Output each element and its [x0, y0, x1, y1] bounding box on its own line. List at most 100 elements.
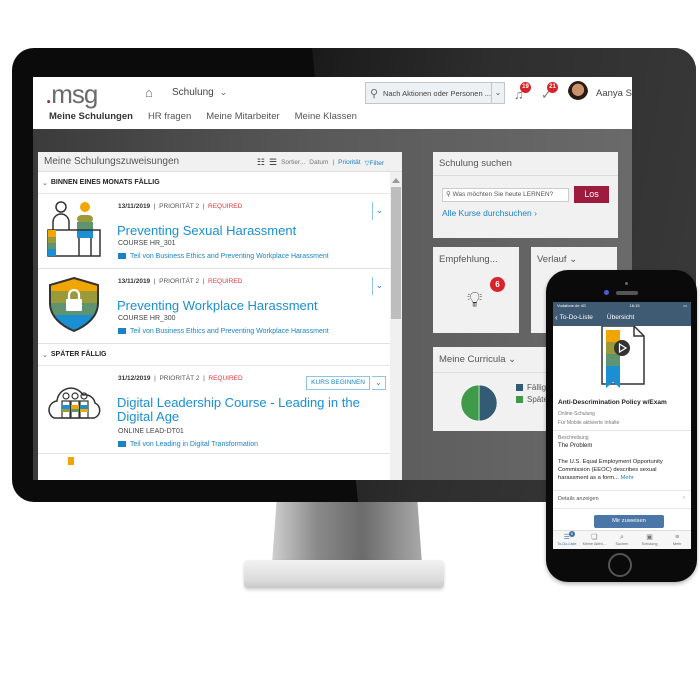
carrier: Vodafone.de 4G: [557, 303, 586, 308]
main-tabs: Meine Schulungen HR fragen Meine Mitarbe…: [49, 111, 357, 122]
phone-tab-activities[interactable]: ❏ Meine Aktivi...: [581, 531, 609, 549]
smartphone: Vodafone.de 4G 16:15 ▭ ‹ To-Do-Liste Übe…: [546, 270, 697, 582]
pie-slice-fällig[interactable]: [478, 384, 498, 422]
desktop-screen: .msg ⌂ Schulung ⌄ ⚲ Nach Aktionen oder Pe…: [33, 77, 632, 480]
search-icon: ⚲: [370, 87, 379, 100]
divider: [553, 508, 691, 509]
folder-icon: [118, 253, 126, 259]
expand-button[interactable]: ⌄: [372, 277, 386, 295]
chevron-right-icon: ›: [683, 495, 685, 501]
phone-tab-more[interactable]: ≡ Mehr: [663, 531, 691, 549]
divider: [553, 430, 691, 431]
book-icon: ▣: [646, 534, 653, 541]
list-item[interactable]: 31/12/2019 | PRIORITÄT 2 | REQUIRED Digi…: [38, 366, 390, 454]
home-icon[interactable]: ⌂: [145, 86, 159, 99]
item-icon-partial: [68, 457, 74, 465]
course-title-link[interactable]: Preventing Workplace Harassment: [117, 299, 385, 313]
curriculum-link[interactable]: Teil von Business Ethics and Preventing …: [118, 328, 329, 335]
course-title-link[interactable]: Preventing Sexual Harassment: [117, 224, 385, 238]
back-chevron-icon[interactable]: ‹: [555, 313, 558, 322]
phone-tab-training[interactable]: ▣ Schulung: [636, 531, 664, 549]
tab-meine-mitarbeiter[interactable]: Meine Mitarbeiter: [206, 111, 279, 122]
learn-search-input[interactable]: ⚲ Was möchten Sie heute LERNEN?: [442, 188, 569, 202]
section-header[interactable]: ⌄ SPÄTER FÄLLIG: [38, 344, 390, 366]
nav-menu-dropdown[interactable]: Schulung ⌄: [172, 87, 227, 98]
list-scrollbar[interactable]: [390, 172, 402, 480]
sensor: [625, 282, 628, 285]
search-scope-dropdown[interactable]: ⌄: [490, 83, 504, 103]
mobile-note: Für Mobile aktivierte Inhalte: [558, 420, 620, 426]
sort-separator: |: [332, 159, 335, 166]
tasks-button[interactable]: ✓ 21: [541, 82, 558, 103]
start-course-button[interactable]: KURS BEGINNEN: [306, 376, 370, 390]
status-bar: Vodafone.de 4G 16:15 ▭: [553, 302, 691, 309]
show-details-link[interactable]: Details anzeigen: [558, 496, 599, 502]
curriculum-link[interactable]: Teil von Leading in Digital Transformati…: [118, 441, 258, 448]
global-search[interactable]: ⚲ Nach Aktionen oder Personen ... ⌄: [365, 82, 505, 104]
tab-meine-klassen[interactable]: Meine Klassen: [295, 111, 357, 122]
required-badge: REQUIRED: [208, 278, 243, 285]
phone-tab-search[interactable]: ⌕ Suchen: [608, 531, 636, 549]
sort-priority[interactable]: Priorität: [338, 159, 360, 166]
scrollbar-thumb[interactable]: [391, 187, 401, 319]
todo-list-icon: ☰: [563, 534, 570, 541]
monitor-stand: [272, 502, 422, 564]
curricula-pie-chart[interactable]: [460, 384, 498, 422]
item-meta: 13/11/2019 | PRIORITÄT 2 | REQUIRED: [118, 203, 243, 210]
todo-badge: 6: [569, 531, 575, 537]
tab-meine-schulungen[interactable]: Meine Schulungen: [49, 111, 133, 122]
card-title: Empfehlung...: [439, 254, 498, 265]
required-badge: REQUIRED: [208, 375, 243, 382]
earpiece: [616, 291, 638, 295]
monitor-base: [244, 560, 444, 588]
list-view-icon[interactable]: ☷: [257, 157, 265, 168]
chevron-down-icon: ⌄: [569, 254, 578, 265]
description-title: The Problem: [558, 443, 593, 449]
sort-date[interactable]: Datum: [309, 159, 328, 166]
user-name[interactable]: Aanya Singh (sfa: [596, 88, 632, 99]
msg-logo[interactable]: .msg: [45, 79, 98, 110]
assignments-list: ⌄ BINNEN EINES MONATS FÄLLIG 13/11/2019 …: [38, 172, 390, 480]
section-header[interactable]: ⌄ BINNEN EINES MONATS FÄLLIG: [38, 172, 390, 194]
document-video-icon: [601, 326, 645, 388]
filter-button[interactable]: ▽Filter: [365, 159, 384, 167]
browse-all-courses-link[interactable]: Alle Kurse durchsuchen ›: [442, 208, 537, 218]
assignments-title: Meine Schulungszuweisungen: [44, 156, 180, 167]
search-input[interactable]: Nach Aktionen oder Personen ...: [383, 89, 491, 98]
chevron-down-icon: ⌄: [219, 87, 228, 97]
start-course-menu[interactable]: ⌄: [372, 376, 386, 390]
recommendations-card[interactable]: Empfehlung... 💡︎ 6: [433, 247, 519, 333]
curriculum-link[interactable]: Teil von Business Ethics and Preventing …: [118, 253, 329, 260]
legend-swatch: [516, 384, 523, 391]
phone-tab-todo[interactable]: ☰ 6 To-Do-Liste: [553, 531, 581, 549]
tab-hr-fragen[interactable]: HR fragen: [148, 111, 191, 122]
pie-slice-später[interactable]: [460, 384, 480, 422]
scroll-up-icon[interactable]: [392, 178, 400, 183]
divider: [553, 490, 691, 491]
menu-icon: ≡: [675, 534, 680, 541]
app-header: .msg ⌂ Schulung ⌄ ⚲ Nach Aktionen oder Pe…: [33, 77, 632, 129]
cloud-people-icon: [48, 387, 101, 419]
search-icon: ⌕: [620, 534, 624, 541]
phone-screen: Vodafone.de 4G 16:15 ▭ ‹ To-Do-Liste Übe…: [553, 302, 691, 549]
course-title-link[interactable]: Digital Leadership Course - Leading in t…: [117, 396, 385, 424]
phone-home-button[interactable]: [608, 553, 632, 577]
go-button[interactable]: Los: [574, 186, 609, 203]
recommendations-badge: 6: [490, 277, 505, 292]
notifications-button[interactable]: ♫ 19: [514, 82, 531, 102]
assign-to-me-button[interactable]: Mir zuweisen: [594, 515, 664, 528]
phone-nav-bar: ‹ To-Do-Liste Übersicht: [553, 309, 691, 326]
sort-label: Sortier...: [281, 159, 306, 166]
list-item[interactable]: 13/11/2019 | PRIORITÄT 2 | REQUIRED Prev…: [38, 269, 390, 344]
nav-title: Übersicht: [606, 314, 635, 321]
required-badge: REQUIRED: [208, 203, 243, 210]
legend-swatch: [516, 396, 523, 403]
detail-view-icon[interactable]: ☰: [269, 157, 277, 168]
back-button[interactable]: To-Do-Liste: [560, 314, 593, 321]
user-avatar[interactable]: [568, 81, 588, 103]
tasks-badge: 21: [547, 82, 558, 93]
expand-button[interactable]: ⌄: [372, 202, 386, 220]
more-link[interactable]: Mehr: [621, 475, 634, 481]
list-item[interactable]: 13/11/2019 | PRIORITÄT 2 | REQUIRED Prev…: [38, 194, 390, 269]
phone-tab-bar: ☰ 6 To-Do-Liste ❏ Meine Aktivi... ⌕ Suchen ▣…: [553, 530, 691, 549]
